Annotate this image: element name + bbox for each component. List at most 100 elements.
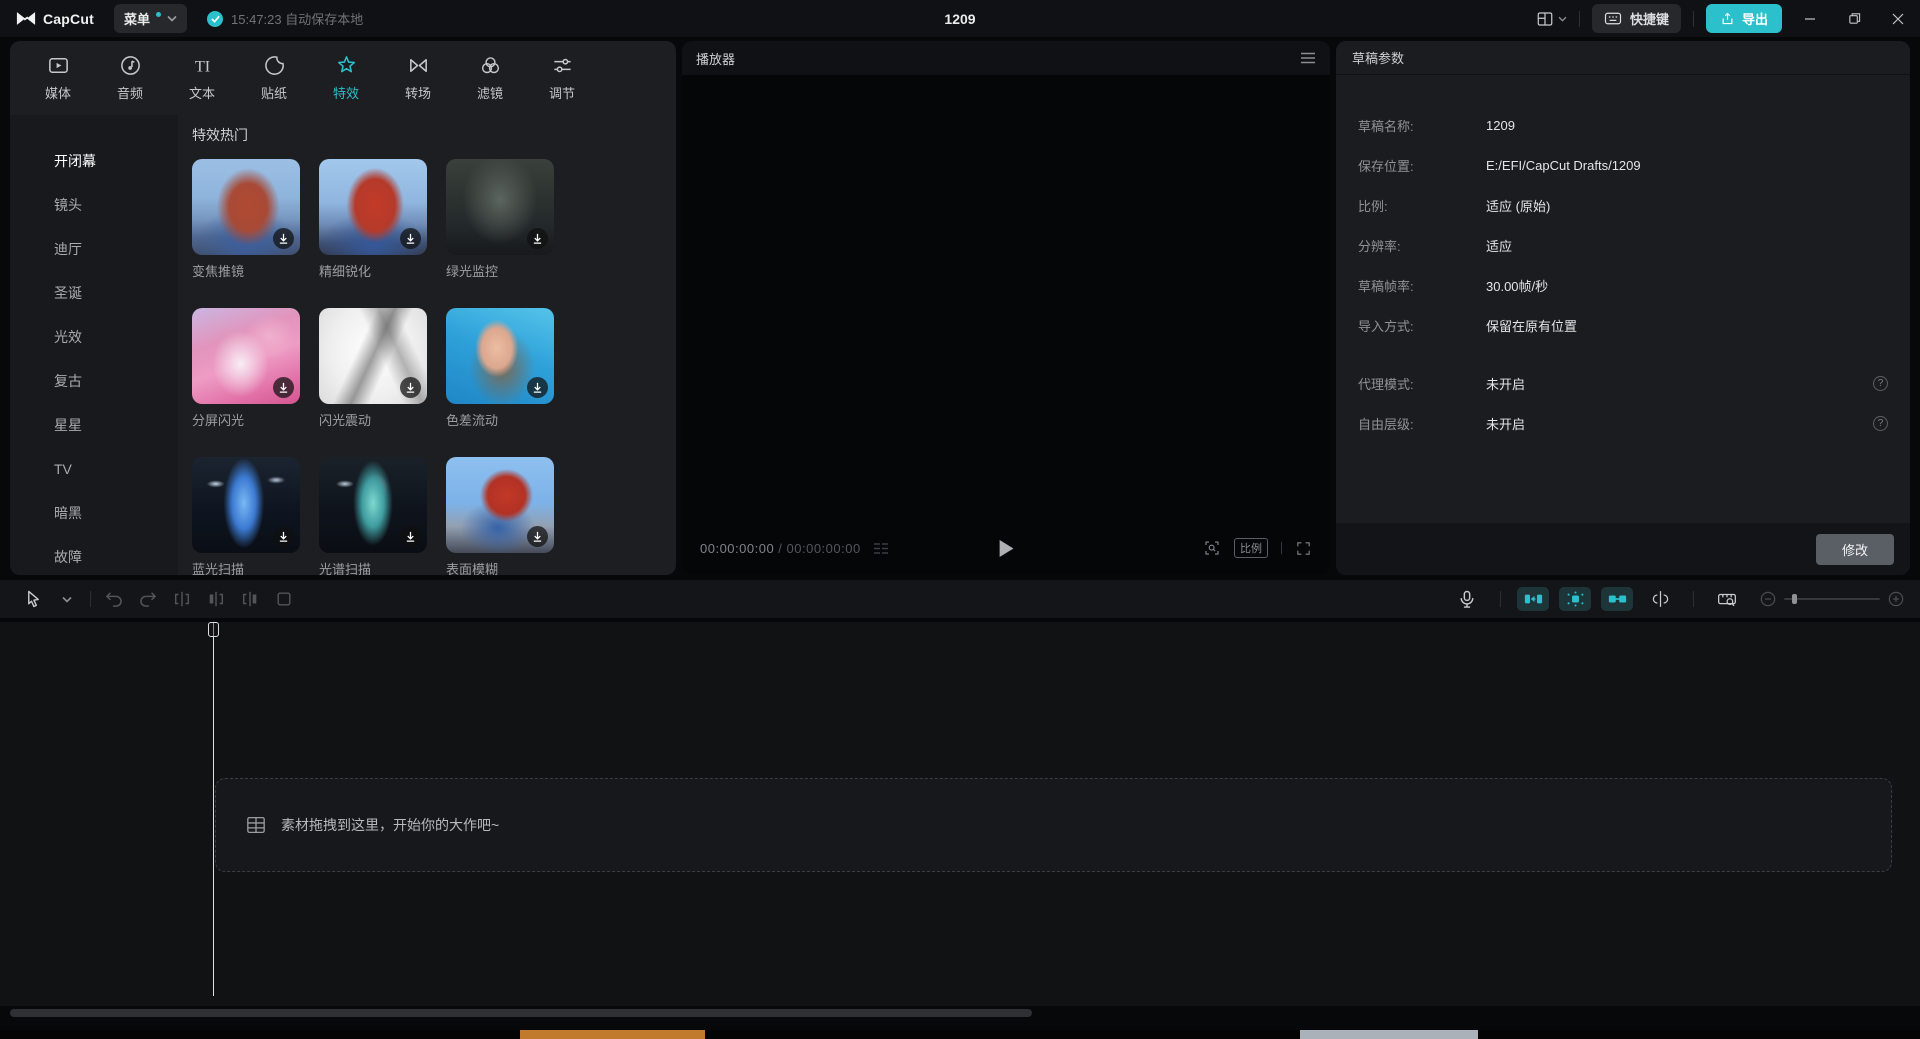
chevron-down-icon <box>1558 16 1567 22</box>
timeline-area[interactable]: 素材拖拽到这里，开始你的大作吧~ <box>0 622 1920 1006</box>
playhead-grip[interactable] <box>208 622 219 637</box>
field-label: 自由层级: <box>1358 414 1486 433</box>
preview-axis-toggle[interactable] <box>1643 585 1677 613</box>
menu-button[interactable]: 菜单 <box>114 4 187 33</box>
auto-snap-toggle[interactable] <box>1559 587 1591 611</box>
divider <box>1579 11 1580 27</box>
tab-label: 文本 <box>189 83 215 102</box>
minimize-button[interactable] <box>1794 5 1826 33</box>
category-camera[interactable]: 镜头 <box>10 183 178 227</box>
effect-card[interactable]: 蓝光扫描 <box>192 457 300 575</box>
record-voiceover-mic-icon[interactable] <box>1450 585 1484 613</box>
download-icon[interactable] <box>273 228 294 249</box>
select-cursor-tool[interactable] <box>16 585 50 613</box>
player-menu-icon[interactable] <box>1300 52 1316 64</box>
effect-thumbnail[interactable] <box>192 457 300 553</box>
tab-audio[interactable]: 音频 <box>94 54 166 102</box>
tab-label: 调节 <box>549 83 575 102</box>
delete-clip-button[interactable] <box>267 585 301 613</box>
hscrollbar-thumb[interactable] <box>10 1009 1032 1017</box>
effect-thumbnail[interactable] <box>319 457 427 553</box>
main-track-magnet-toggle[interactable] <box>1517 587 1549 611</box>
effect-card[interactable]: 变焦推镜 <box>192 159 300 280</box>
split-left-button[interactable] <box>199 585 233 613</box>
download-icon[interactable] <box>527 377 548 398</box>
download-icon[interactable] <box>527 526 548 547</box>
effect-thumbnail[interactable] <box>446 457 554 553</box>
autosave-status: 15:47:23 自动保存本地 <box>207 9 363 28</box>
field-label: 草稿帧率: <box>1358 276 1486 295</box>
download-icon[interactable] <box>400 377 421 398</box>
effect-label: 表面模糊 <box>446 559 554 575</box>
timecode: 00:00:00:00 / 00:00:00:00 <box>700 541 861 556</box>
restore-button[interactable] <box>1838 5 1870 33</box>
effect-thumbnail[interactable] <box>192 308 300 404</box>
category-tv[interactable]: TV <box>10 447 178 491</box>
download-icon[interactable] <box>527 228 548 249</box>
shortcuts-button[interactable]: 快捷键 <box>1592 4 1681 33</box>
download-icon[interactable] <box>273 526 294 547</box>
linkage-toggle[interactable] <box>1601 587 1633 611</box>
export-button[interactable]: 导出 <box>1706 4 1782 33</box>
effect-card[interactable]: 光谱扫描 <box>319 457 427 575</box>
category-glitch[interactable]: 故障 <box>10 535 178 575</box>
field-label: 草稿名称: <box>1358 116 1486 135</box>
help-icon[interactable] <box>1873 416 1888 431</box>
effect-card[interactable]: 表面模糊 <box>446 457 554 575</box>
effects-section-title: 特效热门 <box>192 125 676 145</box>
category-retro[interactable]: 复古 <box>10 359 178 403</box>
playhead-line <box>213 622 214 996</box>
effect-thumbnail[interactable] <box>319 159 427 255</box>
tab-adjust[interactable]: 调节 <box>526 54 598 102</box>
svg-text:TI: TI <box>194 56 209 75</box>
category-light[interactable]: 光效 <box>10 315 178 359</box>
effect-card[interactable]: 绿光监控 <box>446 159 554 280</box>
redo-button[interactable] <box>131 585 165 613</box>
draft-field-framerate: 草稿帧率: 30.00帧/秒 <box>1336 265 1910 305</box>
effect-thumbnail[interactable] <box>446 308 554 404</box>
tab-text[interactable]: TI 文本 <box>166 54 238 102</box>
layout-switch-button[interactable] <box>1536 10 1567 28</box>
tab-effects[interactable]: 特效 <box>310 54 382 102</box>
media-dropzone[interactable]: 素材拖拽到这里，开始你的大作吧~ <box>215 778 1892 872</box>
divider <box>1693 591 1694 607</box>
play-button[interactable] <box>999 540 1014 557</box>
category-stars[interactable]: 星星 <box>10 403 178 447</box>
transition-icon <box>407 54 430 77</box>
split-right-button[interactable] <box>233 585 267 613</box>
undo-button[interactable] <box>97 585 131 613</box>
zoom-in-icon[interactable] <box>1888 591 1904 607</box>
zoom-slider-track[interactable] <box>1784 598 1880 600</box>
category-christmas[interactable]: 圣诞 <box>10 271 178 315</box>
effect-thumbnail[interactable] <box>192 159 300 255</box>
tab-sticker[interactable]: 贴纸 <box>238 54 310 102</box>
fullscreen-icon[interactable] <box>1295 540 1312 557</box>
effect-thumbnail[interactable] <box>446 159 554 255</box>
export-label: 导出 <box>1742 9 1768 28</box>
tab-transitions[interactable]: 转场 <box>382 54 454 102</box>
modify-button[interactable]: 修改 <box>1816 534 1894 565</box>
fit-timeline-icon[interactable] <box>1710 585 1744 613</box>
taskbar-gray-segment <box>1300 1030 1478 1039</box>
download-icon[interactable] <box>400 228 421 249</box>
effect-card[interactable]: 闪光震动 <box>319 308 427 429</box>
download-icon[interactable] <box>400 526 421 547</box>
close-button[interactable] <box>1882 5 1914 33</box>
effect-thumbnail[interactable] <box>319 308 427 404</box>
effect-card[interactable]: 分屏闪光 <box>192 308 300 429</box>
tab-media[interactable]: 媒体 <box>22 54 94 102</box>
effect-card[interactable]: 精细锐化 <box>319 159 427 280</box>
split-clip-button[interactable] <box>165 585 199 613</box>
category-disco[interactable]: 迪厅 <box>10 227 178 271</box>
zoom-out-icon[interactable] <box>1760 591 1776 607</box>
zoom-slider-thumb[interactable] <box>1792 594 1797 604</box>
category-opening-closing[interactable]: 开闭幕 <box>10 139 178 183</box>
download-icon[interactable] <box>273 377 294 398</box>
snapshot-icon[interactable] <box>1203 539 1221 557</box>
help-icon[interactable] <box>1873 376 1888 391</box>
category-dark[interactable]: 暗黑 <box>10 491 178 535</box>
tab-filters[interactable]: 滤镜 <box>454 54 526 102</box>
ratio-button[interactable]: 比例 <box>1234 538 1268 558</box>
effect-card[interactable]: 色差流动 <box>446 308 554 429</box>
cursor-tool-dropdown[interactable] <box>50 585 84 613</box>
